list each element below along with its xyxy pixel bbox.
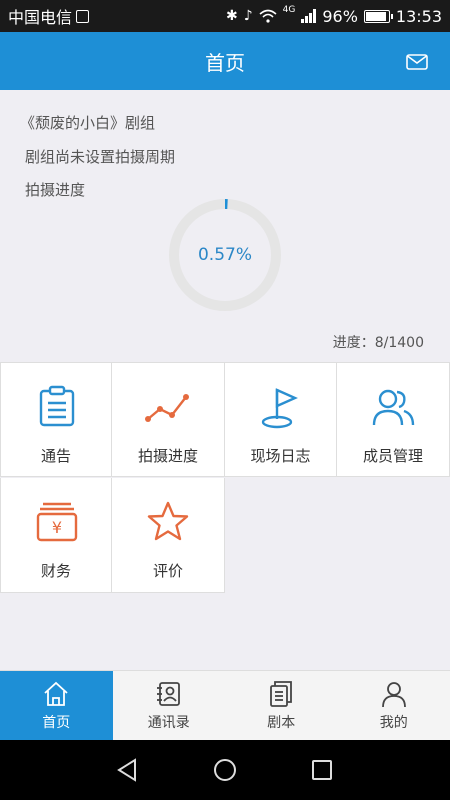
- bottom-nav: 首页 通讯录 剧本 我的: [0, 670, 450, 741]
- signal-icon: [301, 9, 317, 23]
- progress-percent: 0.57%: [197, 245, 252, 265]
- svg-text:¥: ¥: [52, 518, 62, 537]
- nav-label: 首页: [42, 715, 71, 731]
- script-icon: [270, 681, 293, 707]
- tile-label: 评价: [152, 562, 183, 580]
- page-title: 首页: [205, 50, 245, 75]
- nav-label: 剧本: [267, 715, 296, 731]
- system-nav-bar: [0, 740, 450, 800]
- tile-finance[interactable]: ¥ 财务: [0, 478, 112, 593]
- tile-label: 财务: [40, 562, 71, 580]
- home-icon: [44, 681, 68, 706]
- tile-notice[interactable]: 通告: [0, 362, 112, 477]
- members-icon: [372, 389, 415, 426]
- tile-review[interactable]: 评价: [112, 478, 225, 593]
- clock: 13:53: [395, 6, 442, 26]
- profile-icon: [381, 682, 406, 708]
- home-circle-icon[interactable]: [212, 757, 238, 783]
- tile-label: 拍摄进度: [137, 447, 198, 465]
- finance-icon: ¥: [36, 502, 78, 542]
- battery-icon: [363, 9, 393, 23]
- contacts-icon: [156, 682, 180, 706]
- carrier-name: 中国电信: [8, 8, 73, 27]
- network-type: 4G: [282, 5, 296, 15]
- nav-profile[interactable]: 我的: [338, 671, 450, 741]
- nav-label: 我的: [379, 715, 408, 731]
- crew-info-panel: 《颓废的小白》剧组 剧组尚未设置拍摄周期 拍摄进度 0.57% 进度：8/140…: [0, 90, 450, 360]
- nav-script[interactable]: 剧本: [225, 671, 338, 741]
- sim-icon: [76, 9, 90, 23]
- nav-home[interactable]: 首页: [0, 671, 113, 741]
- tile-member-management[interactable]: 成员管理: [337, 362, 450, 477]
- battery-percent: 96%: [322, 6, 358, 26]
- star-icon: [147, 501, 189, 541]
- mail-icon[interactable]: [406, 54, 428, 70]
- trend-line-icon: [145, 394, 189, 422]
- progress-count: 进度：8/1400: [332, 335, 424, 351]
- tile-label: 通告: [40, 447, 71, 465]
- bluetooth-icon: ✱: [225, 8, 238, 24]
- progress-label: 拍摄进度: [25, 181, 86, 199]
- tile-shooting-progress[interactable]: 拍摄进度: [112, 362, 225, 477]
- tile-label: 现场日志: [250, 447, 311, 465]
- shooting-period: 剧组尚未设置拍摄周期: [25, 148, 176, 166]
- tile-site-log[interactable]: 现场日志: [225, 362, 337, 477]
- crew-name: 《颓废的小白》剧组: [20, 114, 156, 132]
- nav-contacts[interactable]: 通讯录: [113, 671, 226, 741]
- feature-grid: 通告 拍摄进度 现场日志 成员管理 ¥ 财务 评价: [0, 362, 450, 594]
- clipboard-icon: [39, 385, 75, 427]
- wifi-icon: [259, 9, 277, 23]
- tile-label: 成员管理: [362, 447, 423, 465]
- recent-apps-icon[interactable]: [309, 757, 335, 783]
- back-icon[interactable]: [115, 757, 141, 783]
- status-bar: 中国电信 ✱ ♪ 4G 96% 13:53: [0, 0, 450, 32]
- nav-label: 通讯录: [147, 715, 190, 731]
- flag-icon: [261, 388, 298, 429]
- app-header: 首页: [0, 32, 450, 90]
- mute-icon: ♪: [243, 8, 253, 24]
